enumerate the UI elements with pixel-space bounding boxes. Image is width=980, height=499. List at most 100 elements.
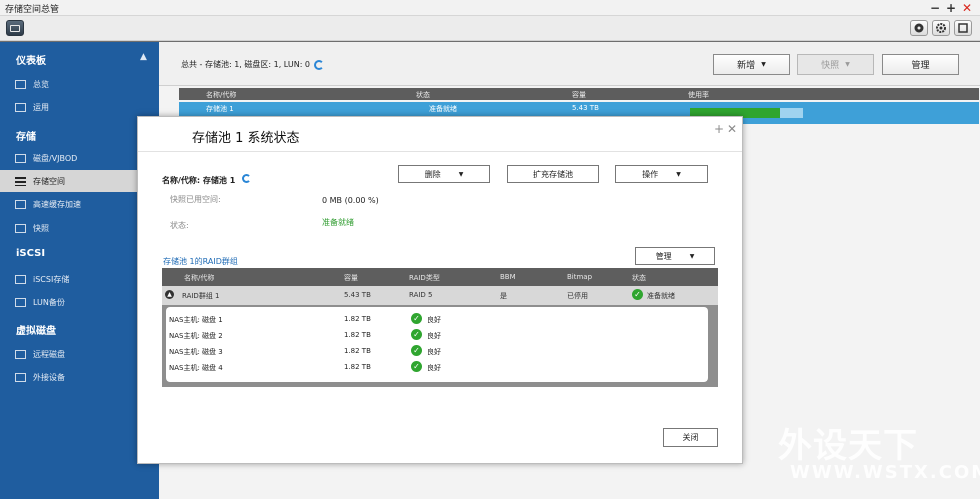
sidebar-item-snapshot[interactable]: 快照 [0,217,159,239]
column-bitmap: Bitmap [567,273,593,281]
sidebar-item-label: 外接设备 [33,372,65,382]
settings-gear-icon[interactable] [932,20,950,36]
sidebar-item-iscsi-storage[interactable]: iSCSI存储 [0,268,159,290]
sidebar-section-virtual-disk[interactable]: 虚拟磁盘 [16,322,56,337]
actions-button-label: 操作 [642,169,659,179]
sidebar-item-label: 高速缓存加速 [33,199,81,209]
watermark-url: WWW.WSTX.COM [790,462,980,483]
caret-down-icon: ▼ [761,61,766,68]
caret-down-icon: ▼ [676,170,681,178]
table-row[interactable]: NAS主机: 磁盘 3 1.82 TB ✓ 良好 [166,343,708,359]
collapse-icon[interactable]: ▲ [165,290,174,299]
sidebar-item-label: 磁盘/VJBOD [33,153,78,163]
column-name: 名称/代称 [184,274,215,282]
sidebar-item-lun-backup[interactable]: LUN备份 [0,291,159,313]
sidebar-item-external-device[interactable]: 外接设备 [0,366,159,388]
disk-list: NAS主机: 磁盘 1 1.82 TB ✓ 良好 NAS主机: 磁盘 2 1.8… [166,307,708,382]
sidebar-item-cache[interactable]: 高速缓存加速 [0,193,159,215]
sidebar-item-overview[interactable]: 总览 [0,73,159,95]
sidebar-item-label: 总览 [33,79,49,89]
sidebar-item-remote-disk[interactable]: 远程磁盘 [0,343,159,365]
check-icon: ✓ [411,361,422,372]
disk-status: 良好 [427,316,441,324]
sidebar-item-label: 存储空间 [33,176,65,186]
sidebar-item-usage[interactable]: 运用 [0,96,159,118]
cache-icon [15,199,26,209]
raid-table-header: 名称/代称 容量 RAID类型 BBM Bitmap 状态 [162,268,718,286]
disk-status: 良好 [427,348,441,356]
disk-status: 良好 [427,332,441,340]
minimize-button[interactable]: − [930,0,940,16]
window-titlebar: 存储空间总管 − + ✕ [0,0,980,16]
close-icon[interactable]: ✕ [727,122,737,136]
external-device-icon [15,372,26,382]
status-label: 状态: [170,221,189,230]
column-status: 状态 [632,274,646,282]
raid-group-row[interactable]: ▲ RAID群组 1 5.43 TB RAID 5 是 已停用 ✓ 准备就绪 [162,286,718,305]
dialog-title: 存储池 1 系统状态 [192,131,300,146]
status-value: 准备就绪 [322,218,354,227]
expand-icon[interactable]: + [714,122,724,136]
app-title: 存储空间总管 [5,5,60,15]
sidebar-item-storage-space[interactable]: 存储空间 [0,170,159,192]
table-row[interactable]: NAS主机: 磁盘 2 1.82 TB ✓ 良好 [166,327,708,343]
close-window-button[interactable]: ✕ [962,0,972,16]
pool-table-header: 名称/代称 状态 容量 使用率 [179,88,979,100]
sidebar-section-iscsi[interactable]: iSCSI [16,248,45,259]
raid-manage-button-label: 管理 [655,251,672,261]
column-raid-type: RAID类型 [409,274,440,282]
snapshot-space-label: 快照已用空间: [170,195,221,204]
disk-name: NAS主机: 磁盘 3 [169,348,223,356]
disk-capacity: 1.82 TB [344,347,371,355]
check-icon: ✓ [632,289,643,300]
pool-name-text: 名称/代称: 存储池 1 [162,176,236,185]
sidebar-section-storage[interactable]: 存储 [16,128,36,143]
close-button[interactable]: 关闭 [663,428,718,447]
disk-icon [15,153,26,163]
row-status: 准备就绪 [429,105,457,113]
sidebar: 仪表板 ▲ 总览 运用 存储 磁盘/VJBOD 存储空间 高速缓存加速 快照 i… [0,42,159,499]
raid-table: 名称/代称 容量 RAID类型 BBM Bitmap 状态 ▲ RAID群组 1… [162,268,718,387]
disk-capacity: 1.82 TB [344,331,371,339]
check-icon: ✓ [411,345,422,356]
app-menu-icon[interactable] [6,20,24,36]
delete-button[interactable]: 删除 ▼ [398,165,490,183]
divider [138,151,742,152]
raid-section-title: 存储池 1的RAID群组 [163,257,238,266]
sidebar-item-label: 远程磁盘 [33,349,65,359]
sidebar-section-dashboard[interactable]: 仪表板 [16,52,46,67]
new-button[interactable]: 新增 ▼ [713,54,790,75]
snapshot-button[interactable]: 快照 ▼ [797,54,874,75]
backup-icon [15,297,26,307]
column-bbm: BBM [500,273,516,281]
storage-icon[interactable] [910,20,928,36]
pool-name-label: 名称/代称: 存储池 1 [162,174,252,186]
refresh-icon[interactable] [242,174,252,183]
raid-group-bitmap: 已停用 [567,292,588,300]
caret-down-icon: ▼ [845,61,850,68]
summary-label: 总共 - 存储池: 1, 磁盘区: 1, LUN: 0 [181,60,311,69]
table-row[interactable]: NAS主机: 磁盘 4 1.82 TB ✓ 良好 [166,359,708,375]
maximize-button[interactable]: + [946,0,956,16]
snapshot-space-value: 0 MB (0.00 %) [322,196,379,205]
sidebar-item-label: 快照 [33,223,49,233]
sidebar-item-label: iSCSI存储 [33,274,70,284]
actions-button[interactable]: 操作 ▼ [615,165,708,183]
sidebar-item-disks[interactable]: 磁盘/VJBOD [0,147,159,169]
iscsi-icon [15,274,26,284]
manage-button[interactable]: 管理 [882,54,959,75]
delete-button-label: 删除 [424,169,441,179]
list-icon [15,176,26,186]
caret-down-icon: ▼ [458,170,464,178]
chevron-up-icon[interactable]: ▲ [140,52,147,62]
column-capacity: 容量 [572,91,586,99]
new-button-label: 新增 [737,61,756,71]
snapshot-icon [15,223,26,233]
sidebar-item-label: LUN备份 [33,297,65,307]
refresh-icon[interactable] [314,59,325,70]
help-icon[interactable] [954,20,972,36]
column-usage: 使用率 [688,91,709,99]
table-row[interactable]: NAS主机: 磁盘 1 1.82 TB ✓ 良好 [166,311,708,327]
expand-pool-button[interactable]: 扩充存储池 [507,165,599,183]
raid-manage-button[interactable]: 管理 ▼ [635,247,715,265]
